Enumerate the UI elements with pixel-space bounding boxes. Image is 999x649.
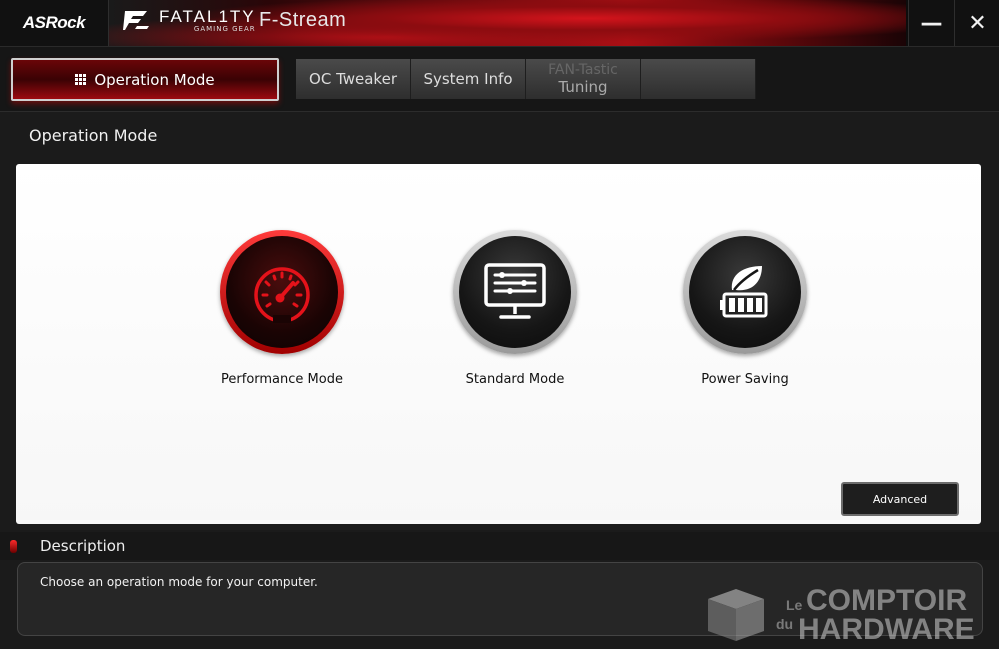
tab-operation-mode[interactable]: Operation Mode <box>11 58 279 101</box>
mode-button-ring[interactable] <box>453 230 577 354</box>
tab-label: System Info <box>423 69 513 88</box>
tab-label: FAN-Tastic Tuning <box>548 62 618 96</box>
fatal1ty-logo: FATAL1TY GAMING GEAR <box>121 8 256 34</box>
tab-bar: Operation Mode OC Tweaker System Info FA… <box>0 47 999 112</box>
fatal1ty-logo-subtext: GAMING GEAR <box>193 25 256 33</box>
mode-label: Performance Mode <box>221 372 343 387</box>
tab-label-line2: Tuning <box>558 78 608 96</box>
tab-fan-tastic-tuning[interactable]: FAN-Tastic Tuning <box>526 59 641 99</box>
title-bar: ASRock FATAL1TY GAMING GEAR F-Stream — ✕ <box>0 0 999 47</box>
tab-label: OC Tweaker <box>309 69 397 88</box>
mode-button-ring[interactable] <box>220 230 344 354</box>
tab-label: Operation Mode <box>94 70 215 89</box>
tab-oc-tweaker[interactable]: OC Tweaker <box>296 59 411 99</box>
mode-button-core <box>459 236 571 348</box>
asrock-logo-text: ASRock <box>22 13 86 32</box>
tab-label-line1: FAN-Tastic <box>548 62 618 78</box>
app-title: F-Stream <box>259 9 347 31</box>
mode-button-ring[interactable] <box>683 230 807 354</box>
mode-button-core <box>226 236 338 348</box>
description-text: Choose an operation mode for your comput… <box>40 575 318 589</box>
standard-mode-option[interactable]: Standard Mode <box>425 230 605 387</box>
tab-settings[interactable] <box>641 59 756 99</box>
speedometer-icon <box>254 267 310 323</box>
cube-logo-icon <box>708 589 764 641</box>
grid-icon <box>75 74 87 85</box>
tab-list: OC Tweaker System Info FAN-Tastic Tuning <box>296 59 756 99</box>
power-saving-option[interactable]: Power Saving <box>655 230 835 387</box>
tab-system-info[interactable]: System Info <box>411 59 526 99</box>
mode-label: Power Saving <box>701 372 789 387</box>
asrock-logo: ASRock <box>0 0 109 46</box>
mode-button-core <box>689 236 801 348</box>
description-title: Description <box>40 537 126 555</box>
description-indicator-icon <box>10 540 17 553</box>
watermark-hardware: HARDWARE <box>798 613 975 646</box>
watermark-du: du <box>776 616 794 632</box>
close-button[interactable]: ✕ <box>954 0 999 46</box>
mode-label: Standard Mode <box>465 372 565 387</box>
advanced-button[interactable]: Advanced <box>841 482 959 516</box>
minimize-button[interactable]: — <box>908 0 954 46</box>
fatal1ty-logo-text: FATAL1TY <box>159 7 256 26</box>
mode-panel: Performance Mode Standard Mode Power Sav… <box>16 164 981 524</box>
leaf-battery-icon <box>720 266 768 318</box>
performance-mode-option[interactable]: Performance Mode <box>192 230 372 387</box>
watermark-le: Le <box>786 597 803 613</box>
fatal1ty-emblem-icon <box>123 11 149 30</box>
monitor-icon <box>484 263 546 319</box>
fatal1ty-banner: FATAL1TY GAMING GEAR F-Stream <box>109 0 906 46</box>
description-header <box>0 532 999 560</box>
page-title: Operation Mode <box>29 126 158 145</box>
close-icon: ✕ <box>968 10 987 36</box>
minimize-icon: — <box>920 10 943 36</box>
watermark: Le du COMPTOIR HARDWARE <box>706 585 996 647</box>
